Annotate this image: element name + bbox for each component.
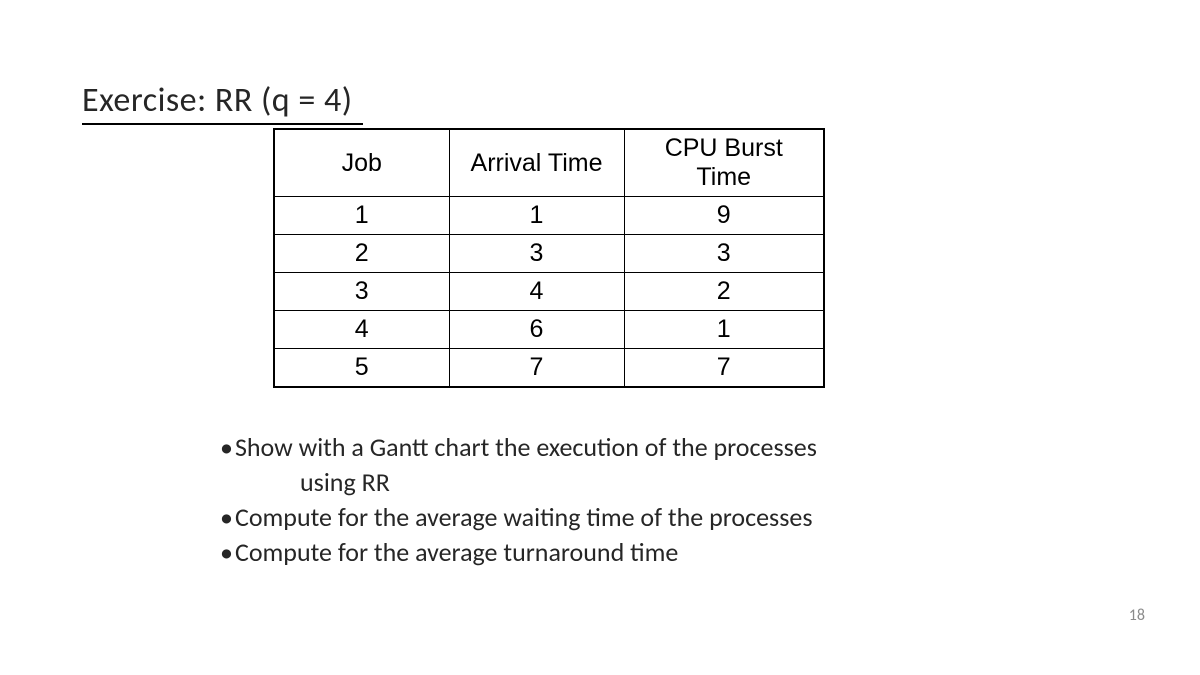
bullet-item: • Compute for the average turnaround tim… [220, 535, 817, 570]
header-arrival-time: Arrival Time [449, 129, 624, 197]
cell-arrival: 7 [449, 349, 624, 388]
cell-job: 2 [274, 235, 449, 273]
bullet-icon: • [220, 500, 233, 535]
job-table: Job Arrival Time CPU Burst Time 1 1 9 2 … [273, 128, 825, 388]
table-row: 4 6 1 [274, 311, 824, 349]
cell-arrival: 3 [449, 235, 624, 273]
bullet-text: Compute for the average turnaround time [235, 535, 678, 570]
table-row: 3 4 2 [274, 273, 824, 311]
header-job: Job [274, 129, 449, 197]
table-row: 1 1 9 [274, 197, 824, 235]
cell-job: 1 [274, 197, 449, 235]
bullet-text: Show with a Gantt chart the execution of… [235, 430, 817, 465]
cell-arrival: 6 [449, 311, 624, 349]
bullet-text: Compute for the average waiting time of … [235, 500, 813, 535]
table-row: 2 3 3 [274, 235, 824, 273]
cell-job: 4 [274, 311, 449, 349]
page-number: 18 [1129, 606, 1145, 625]
bullet-icon: • [220, 535, 233, 570]
bullet-item: • Show with a Gantt chart the execution … [220, 430, 817, 465]
cell-arrival: 4 [449, 273, 624, 311]
cell-burst: 7 [624, 349, 824, 388]
cell-burst: 9 [624, 197, 824, 235]
table-row: 5 7 7 [274, 349, 824, 388]
header-cpu-burst-time: CPU Burst Time [624, 129, 824, 197]
cell-arrival: 1 [449, 197, 624, 235]
table-header-row: Job Arrival Time CPU Burst Time [274, 129, 824, 197]
bullet-item: • Compute for the average waiting time o… [220, 500, 817, 535]
cell-burst: 2 [624, 273, 824, 311]
cell-job: 3 [274, 273, 449, 311]
cell-job: 5 [274, 349, 449, 388]
cell-burst: 3 [624, 235, 824, 273]
slide-title: Exercise: RR (q = 4) [82, 80, 363, 125]
bullet-text-continuation: using RR [220, 465, 817, 500]
bullet-list: • Show with a Gantt chart the execution … [220, 430, 817, 570]
bullet-icon: • [220, 430, 233, 465]
cell-burst: 1 [624, 311, 824, 349]
